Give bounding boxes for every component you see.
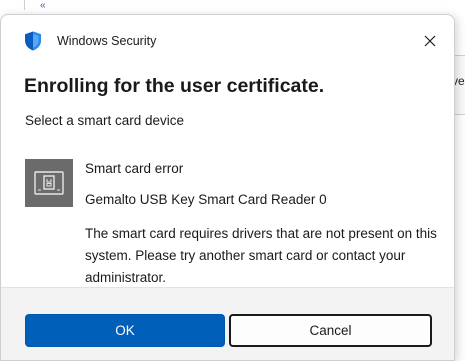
device-name: Gemalto USB Key Smart Card Reader 0 xyxy=(85,192,327,207)
smart-card-reader-icon xyxy=(34,171,64,195)
background-window-edge xyxy=(24,0,440,10)
close-button[interactable] xyxy=(419,30,441,52)
dialog-subtitle: Select a smart card device xyxy=(25,113,185,128)
windows-security-shield-icon xyxy=(25,31,41,51)
app-title: Windows Security xyxy=(57,34,157,48)
title-bar: Windows Security xyxy=(1,15,454,65)
close-icon xyxy=(424,35,436,47)
cancel-button[interactable]: Cancel xyxy=(229,314,432,347)
background-glyph: « xyxy=(40,0,46,11)
device-error-message: The smart card requires drivers that are… xyxy=(85,226,437,285)
device-error-title: Smart card error xyxy=(85,161,184,176)
windows-security-dialog: Windows Security Enrolling for the user … xyxy=(0,14,455,361)
ok-button[interactable]: OK xyxy=(25,314,225,347)
smart-card-device-option[interactable] xyxy=(25,159,73,207)
dialog-heading: Enrolling for the user certificate. xyxy=(24,75,325,97)
dialog-footer: OK Cancel xyxy=(1,287,454,360)
